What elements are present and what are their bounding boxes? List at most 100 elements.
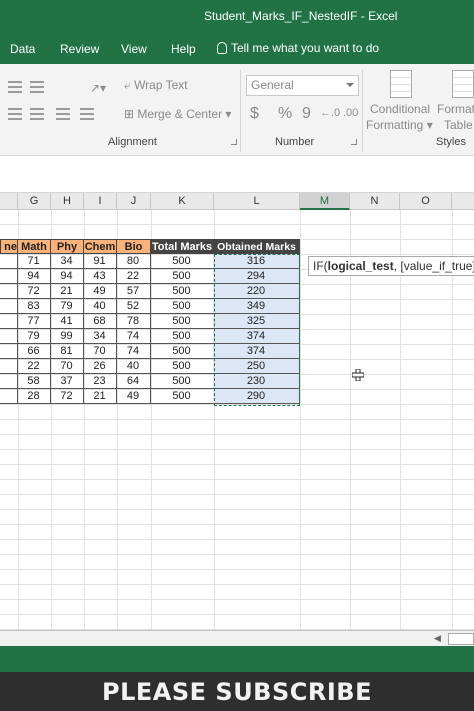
cell-math[interactable]: 66	[17, 344, 51, 359]
cell-phy[interactable]: 41	[50, 314, 84, 329]
tab-review[interactable]: Review	[60, 42, 99, 56]
function-tooltip[interactable]: IF(logical_test, [value_if_true], [	[308, 256, 474, 276]
header-bio[interactable]: Bio	[116, 239, 151, 254]
cell-chem[interactable]: 70	[83, 344, 117, 359]
cell-phy[interactable]: 70	[50, 359, 84, 374]
header-chem[interactable]: Chem	[83, 239, 117, 254]
cell-phy[interactable]: 34	[50, 254, 84, 269]
cell-chem[interactable]: 68	[83, 314, 117, 329]
conditional-label[interactable]: Conditional	[370, 102, 430, 116]
decrease-decimal-icon[interactable]: .00	[343, 107, 358, 119]
cell-total-marks[interactable]: 500	[150, 344, 214, 359]
conditional-formatting-icon[interactable]	[390, 70, 412, 98]
cell-bio[interactable]: 40	[116, 359, 151, 374]
cell-obtained-marks[interactable]: 220	[213, 284, 300, 299]
tab-data[interactable]: Data	[10, 42, 35, 56]
horizontal-scrollbar[interactable]	[448, 633, 474, 645]
cell-total-marks[interactable]: 500	[150, 299, 214, 314]
cell-math[interactable]: 22	[17, 359, 51, 374]
alignment-launcher-icon[interactable]	[231, 139, 237, 145]
cell-bio[interactable]: 49	[116, 389, 151, 404]
cell-obtained-marks[interactable]: 294	[213, 269, 300, 284]
cell-name[interactable]	[0, 389, 18, 404]
cell-total-marks[interactable]: 500	[150, 284, 214, 299]
percent-button[interactable]: %	[278, 105, 292, 123]
column-header-g[interactable]: G	[18, 193, 51, 210]
comma-button[interactable]: 9	[302, 105, 311, 123]
cell-obtained-marks[interactable]: 374	[213, 344, 300, 359]
cell-phy[interactable]: 72	[50, 389, 84, 404]
cell-obtained-marks[interactable]: 250	[213, 359, 300, 374]
cell-obtained-marks[interactable]: 316	[213, 254, 300, 269]
align-center-icon[interactable]	[30, 108, 44, 120]
cell-math[interactable]: 77	[17, 314, 51, 329]
cell-chem[interactable]: 49	[83, 284, 117, 299]
table-label[interactable]: Table	[444, 118, 473, 132]
scroll-left-icon[interactable]: ◀	[434, 633, 444, 645]
cell-total-marks[interactable]: 500	[150, 329, 214, 344]
cell-obtained-marks[interactable]: 349	[213, 299, 300, 314]
cell-bio[interactable]: 57	[116, 284, 151, 299]
cell-name[interactable]	[0, 284, 18, 299]
align-left-icon[interactable]	[8, 108, 22, 120]
cell-name[interactable]	[0, 359, 18, 374]
column-header-partial[interactable]	[0, 193, 18, 210]
cell-phy[interactable]: 21	[50, 284, 84, 299]
cell-math[interactable]: 94	[17, 269, 51, 284]
header-math[interactable]: Math	[17, 239, 51, 254]
column-header-o[interactable]: O	[400, 193, 452, 210]
column-header-i[interactable]: I	[84, 193, 117, 210]
orientation-icon[interactable]: ↗▾	[90, 81, 106, 95]
cell-obtained-marks[interactable]: 230	[213, 374, 300, 389]
cell-name[interactable]	[0, 314, 18, 329]
cell-math[interactable]: 83	[17, 299, 51, 314]
cell-phy[interactable]: 37	[50, 374, 84, 389]
number-launcher-icon[interactable]	[351, 139, 357, 145]
tooltip-arg-logical-test[interactable]: logical_test	[328, 259, 394, 273]
header-name[interactable]: ne	[0, 239, 18, 254]
merge-center-button[interactable]: ⊞ Merge & Center ▾	[124, 107, 231, 121]
cell-obtained-marks[interactable]: 325	[213, 314, 300, 329]
column-header-k[interactable]: K	[151, 193, 214, 210]
cell-chem[interactable]: 23	[83, 374, 117, 389]
cell-math[interactable]: 71	[17, 254, 51, 269]
cell-chem[interactable]: 21	[83, 389, 117, 404]
cell-name[interactable]	[0, 344, 18, 359]
cell-bio[interactable]: 64	[116, 374, 151, 389]
column-header-l[interactable]: L	[214, 193, 300, 210]
cell-total-marks[interactable]: 500	[150, 359, 214, 374]
column-header-h[interactable]: H	[51, 193, 84, 210]
cell-total-marks[interactable]: 500	[150, 314, 214, 329]
column-header-m[interactable]: M	[300, 193, 350, 210]
cell-name[interactable]	[0, 269, 18, 284]
number-format-dropdown[interactable]: General	[246, 75, 359, 96]
align-middle-icon[interactable]	[30, 81, 44, 93]
tell-me-search[interactable]: Tell me what you want to do	[217, 41, 379, 55]
column-header-n[interactable]: N	[350, 193, 400, 210]
cell-chem[interactable]: 43	[83, 269, 117, 284]
decrease-indent-icon[interactable]	[56, 108, 70, 120]
cell-math[interactable]: 58	[17, 374, 51, 389]
cell-chem[interactable]: 91	[83, 254, 117, 269]
format-as-label[interactable]: Format	[437, 102, 474, 116]
cell-math[interactable]: 79	[17, 329, 51, 344]
cell-name[interactable]	[0, 374, 18, 389]
header-obtained-marks[interactable]: Obtained Marks	[213, 239, 300, 254]
tab-view[interactable]: View	[121, 42, 147, 56]
cell-math[interactable]: 72	[17, 284, 51, 299]
column-header-j[interactable]: J	[117, 193, 151, 210]
cell-bio[interactable]: 74	[116, 329, 151, 344]
cell-bio[interactable]: 52	[116, 299, 151, 314]
align-top-icon[interactable]	[8, 81, 22, 93]
cell-total-marks[interactable]: 500	[150, 269, 214, 284]
cell-obtained-marks[interactable]: 374	[213, 329, 300, 344]
cell-bio[interactable]: 74	[116, 344, 151, 359]
cell-chem[interactable]: 34	[83, 329, 117, 344]
cell-phy[interactable]: 79	[50, 299, 84, 314]
cell-phy[interactable]: 81	[50, 344, 84, 359]
cell-phy[interactable]: 94	[50, 269, 84, 284]
cell-total-marks[interactable]: 500	[150, 254, 214, 269]
cell-bio[interactable]: 22	[116, 269, 151, 284]
cell-bio[interactable]: 78	[116, 314, 151, 329]
cell-phy[interactable]: 99	[50, 329, 84, 344]
